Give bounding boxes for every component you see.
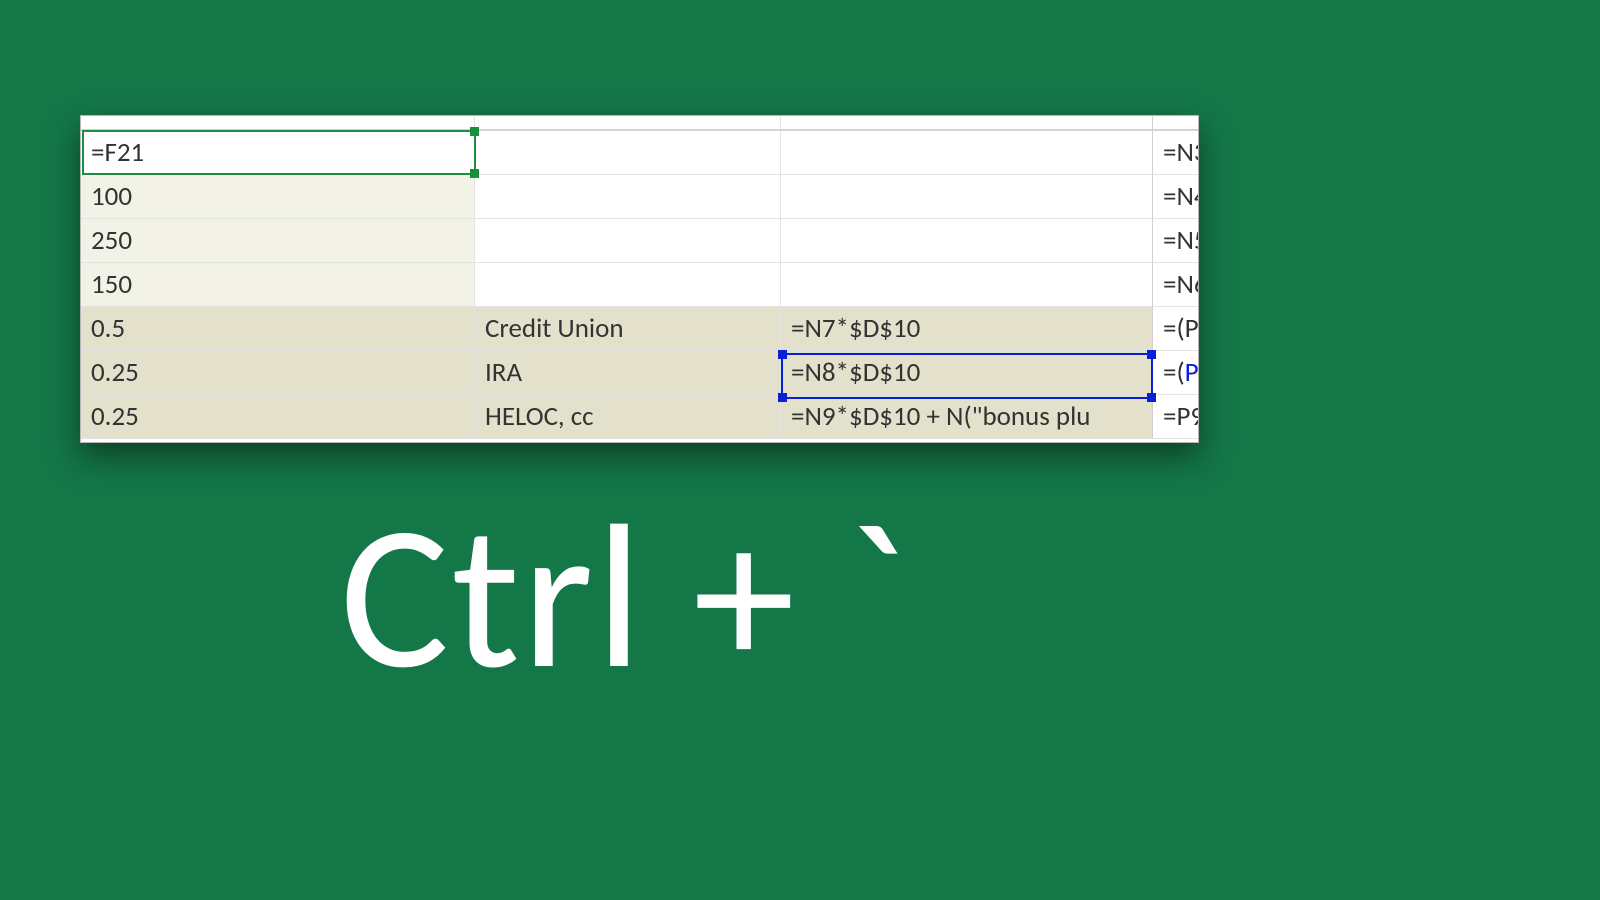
stage: =F21 =N3*12 100 =N4*12 250 =N5*12 150 =N… [0,0,1600,900]
cell-formula[interactable]: =N3*12 [1153,131,1198,175]
cell-value[interactable]: 150 [81,263,475,307]
table-row: 250 =N5*12 [81,219,1198,263]
cell[interactable] [475,219,781,263]
cell[interactable] [781,219,1153,263]
cell-formula[interactable]: =(P7+N3)*12 [1153,307,1198,351]
table-row [81,116,1198,131]
table-row: 100 =N4*12 [81,175,1198,219]
cell-value[interactable]: 0.5 [81,307,475,351]
cell-formula[interactable]: =N9*$D$10 + N("bonus plu [781,395,1153,439]
cell-formula[interactable]: =N5*12 [1153,219,1198,263]
table-row: 150 =N6*12 [81,263,1198,307]
cell-text[interactable]: HELOC, cc [475,395,781,439]
table-row: =F21 =N3*12 [81,131,1198,175]
cell[interactable] [81,116,475,130]
cell[interactable] [475,175,781,219]
cell[interactable] [475,263,781,307]
cell[interactable] [781,263,1153,307]
cell[interactable] [475,131,781,175]
spreadsheet-fragment: =F21 =N3*12 100 =N4*12 250 =N5*12 150 =N… [80,115,1199,443]
cell-formula[interactable]: =N6*12 [1153,263,1198,307]
cell[interactable] [475,116,781,130]
cell-value[interactable]: 0.25 [81,351,475,395]
table-row: 0.25 HELOC, cc =N9*$D$10 + N("bonus plu … [81,395,1198,439]
cell-formula[interactable]: =P9*12 [1153,395,1198,439]
cell-value[interactable]: 100 [81,175,475,219]
cell-formula[interactable]: =N8*$D$10 [781,351,1153,395]
keyboard-shortcut-label: Ctrl + ` [340,495,907,700]
cell-formula[interactable]: =N7*$D$10 [781,307,1153,351]
cell[interactable] [1153,116,1198,130]
cell-value[interactable]: 0.25 [81,395,475,439]
cell-formula[interactable]: =F21 [81,131,475,175]
cell[interactable] [781,175,1153,219]
cell[interactable] [781,131,1153,175]
cell-formula[interactable]: =N4*12 [1153,175,1198,219]
cell-formula[interactable]: =(P8+N3)*12 [1153,351,1198,395]
cell[interactable] [781,116,1153,130]
cell-text[interactable]: IRA [475,351,781,395]
cell-text[interactable]: Credit Union [475,307,781,351]
table-row: 0.5 Credit Union =N7*$D$10 =(P7+N3)*12 [81,307,1198,351]
formula-ref: P8 [1185,357,1198,389]
formula-prefix: =( [1163,357,1185,389]
cell-value[interactable]: 250 [81,219,475,263]
table-row: 0.25 IRA =N8*$D$10 =(P8+N3)*12 [81,351,1198,395]
